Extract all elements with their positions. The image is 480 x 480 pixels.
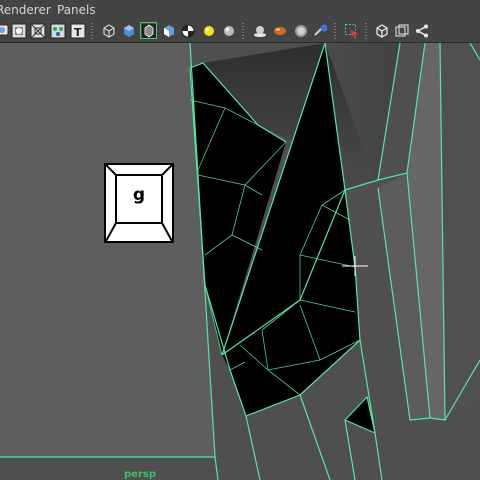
wall-panel	[0, 43, 215, 457]
xray-components-icon[interactable]	[413, 22, 430, 39]
text-label-icon[interactable]: T	[69, 22, 86, 39]
default-light-icon[interactable]	[200, 22, 217, 39]
isolate-select-icon[interactable]	[343, 22, 360, 39]
svg-text:T: T	[74, 26, 82, 39]
checker-icon[interactable]	[179, 22, 196, 39]
camera-name-label: persp	[124, 469, 156, 480]
toolbar-separator	[242, 23, 244, 39]
xray-joints-icon[interactable]	[393, 22, 410, 39]
keyboard-key-hint: g	[104, 163, 174, 243]
toolbar-separator	[334, 23, 336, 39]
ambient-occlusion-icon[interactable]	[292, 22, 309, 39]
scene-wireframe[interactable]	[0, 43, 480, 480]
material-icon[interactable]	[271, 22, 288, 39]
shadows-icon[interactable]	[251, 22, 268, 39]
toolbar-separator	[365, 23, 367, 39]
xray-icon[interactable]	[373, 22, 390, 39]
wireframe-cube-icon[interactable]	[100, 22, 117, 39]
wireframe-on-shaded-icon[interactable]	[140, 22, 157, 39]
all-lights-icon[interactable]	[220, 22, 237, 39]
film-gate-icon[interactable]	[49, 22, 66, 39]
grid-icon[interactable]	[29, 22, 46, 39]
menu-bar: Renderer Panels	[0, 0, 480, 20]
smooth-shade-icon[interactable]	[120, 22, 137, 39]
menu-panels[interactable]: Panels	[57, 3, 96, 17]
menu-renderer[interactable]: Renderer	[0, 3, 51, 17]
motion-blur-icon[interactable]	[312, 22, 329, 39]
camera-attributes-icon[interactable]	[10, 22, 27, 39]
perspective-viewport[interactable]: g	[0, 43, 480, 480]
toolbar-separator	[91, 23, 93, 39]
textured-icon[interactable]	[160, 22, 177, 39]
key-hint-letter: g	[132, 185, 146, 205]
viewport-toolbar: T	[0, 20, 480, 43]
